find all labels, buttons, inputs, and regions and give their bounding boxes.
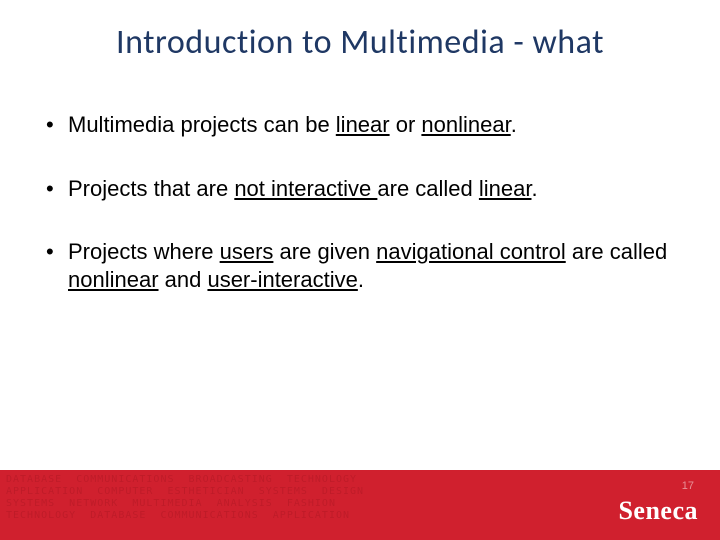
plain-text: and	[159, 267, 208, 292]
underlined-text: linear	[336, 112, 390, 137]
bullet-item: Multimedia projects can be linear or non…	[40, 111, 680, 139]
slide-body: Multimedia projects can be linear or non…	[0, 63, 720, 293]
bullet-list: Multimedia projects can be linear or non…	[40, 111, 680, 293]
plain-text: or	[390, 112, 422, 137]
slide-title: Introduction to Multimedia - what	[0, 0, 720, 63]
slide: Introduction to Multimedia - what Multim…	[0, 0, 720, 540]
plain-text: .	[358, 267, 364, 292]
plain-text: .	[532, 176, 538, 201]
bullet-item: Projects that are not interactive are ca…	[40, 175, 680, 203]
underlined-text: user-interactive	[207, 267, 357, 292]
underlined-text: linear	[479, 176, 532, 201]
bullet-item: Projects where users are given navigatio…	[40, 238, 680, 293]
seneca-logo: Seneca	[618, 496, 698, 526]
footer-bar: DATABASE COMMUNICATIONS BROADCASTING TEC…	[0, 470, 720, 540]
plain-text: are called	[377, 176, 479, 201]
page-number: 17	[682, 480, 694, 492]
underlined-text: not interactive	[234, 176, 377, 201]
underlined-text: navigational control	[376, 239, 566, 264]
plain-text: Multimedia projects can be	[68, 112, 336, 137]
underlined-text: users	[220, 239, 274, 264]
plain-text: Projects where	[68, 239, 220, 264]
underlined-text: nonlinear	[68, 267, 159, 292]
plain-text: are called	[566, 239, 668, 264]
underlined-text: nonlinear	[421, 112, 510, 137]
plain-text: Projects that are	[68, 176, 234, 201]
plain-text: .	[511, 112, 517, 137]
footer-texture: DATABASE COMMUNICATIONS BROADCASTING TEC…	[0, 470, 720, 540]
plain-text: are given	[273, 239, 376, 264]
